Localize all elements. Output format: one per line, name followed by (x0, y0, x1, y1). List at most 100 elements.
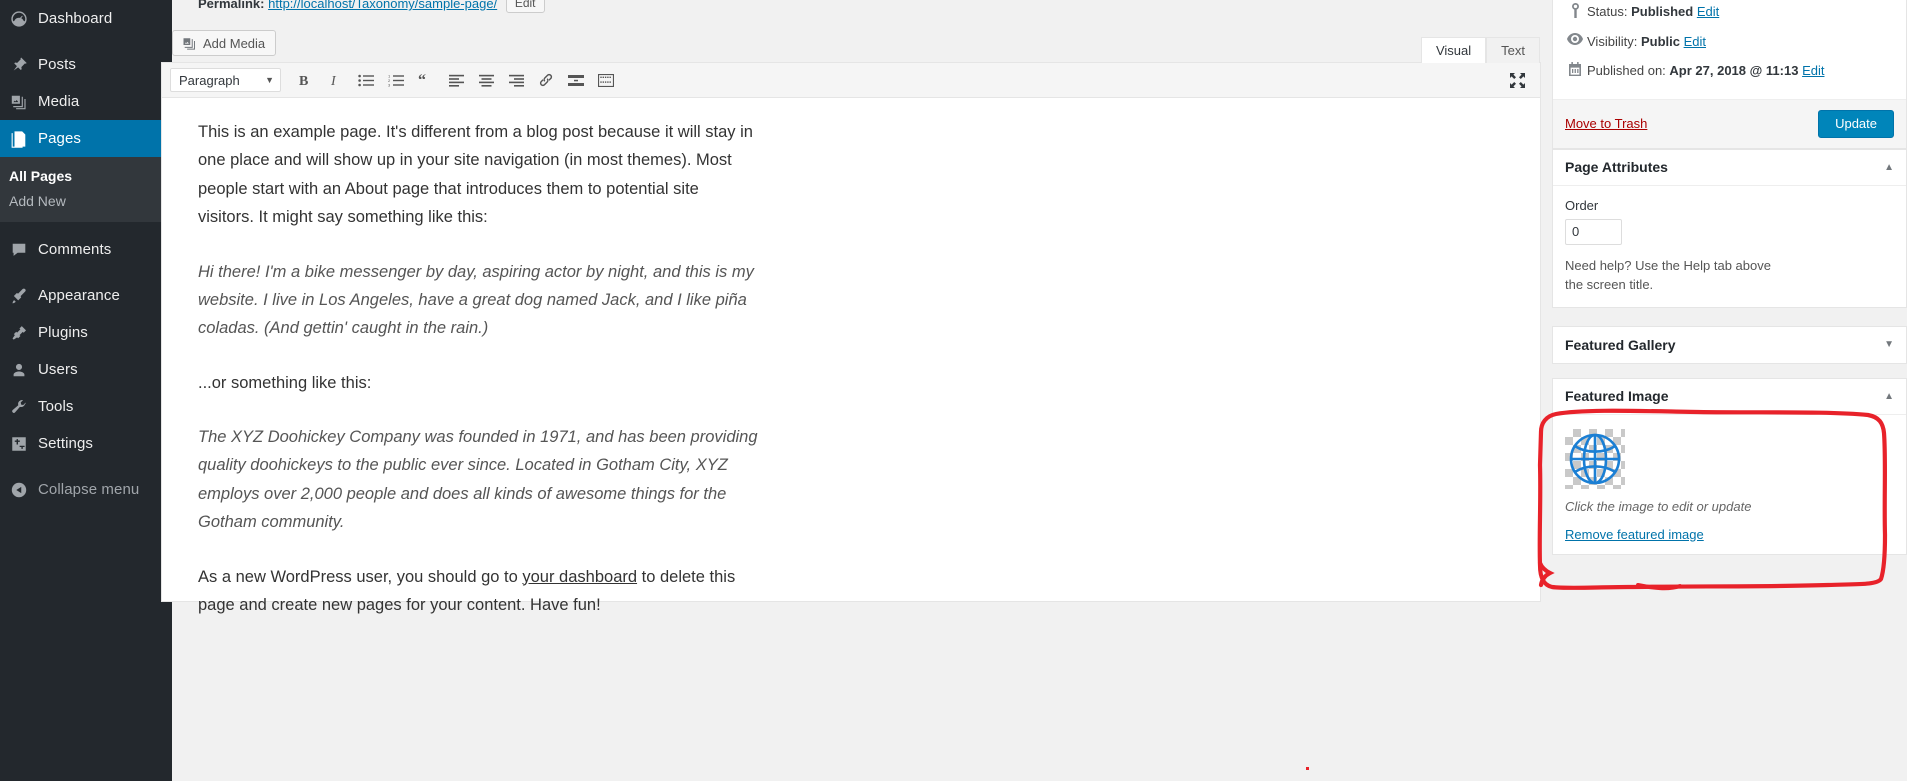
visibility-value: Public (1640, 33, 1680, 49)
your-dashboard-link[interactable]: your dashboard (522, 568, 637, 586)
submenu-item-all-pages[interactable]: All Pages (0, 164, 172, 189)
featured-image-panel: Featured Image ▲ Click the image to edit… (1552, 377, 1907, 555)
sidebar-item-dashboard[interactable]: Dashboard (0, 0, 172, 37)
calendar-icon (1565, 62, 1585, 77)
add-media-button[interactable]: Add Media (172, 30, 277, 56)
bold-icon[interactable]: B (291, 66, 321, 94)
sidebar-item-tools[interactable]: Tools (0, 388, 172, 425)
page-attributes-title: Page Attributes (1565, 159, 1668, 175)
status-edit-link[interactable]: Edit (1697, 4, 1719, 19)
sidebar-item-posts[interactable]: Posts (0, 46, 172, 83)
tab-text[interactable]: Text (1486, 37, 1540, 63)
tab-visual[interactable]: Visual (1420, 37, 1487, 63)
editor-paragraph: The XYZ Doohickey Company was founded in… (198, 428, 758, 532)
status-value: Published (1631, 4, 1694, 19)
sidebar-postboxes: Preview Changes Status: Published Edit (1552, 0, 1907, 573)
sidebar-item-pages[interactable]: Pages (0, 120, 180, 157)
sidebar-item-appearance[interactable]: Appearance (0, 277, 172, 314)
published-on-text: Published on: Apr 27, 2018 @ 11:13 Edit (1587, 61, 1824, 81)
visibility-edit-link[interactable]: Edit (1684, 34, 1706, 49)
chevron-down-icon[interactable]: ▼ (1884, 339, 1894, 350)
sidebar-item-label: Media (38, 93, 80, 110)
featured-image-header[interactable]: Featured Image ▲ (1553, 379, 1906, 415)
submenu-item-label: All Pages (9, 168, 73, 184)
collapse-arrow-icon (9, 480, 29, 500)
editor-content-area[interactable]: This is an example page. It's different … (162, 98, 1540, 619)
tab-visual-label: Visual (1435, 43, 1472, 58)
numbered-list-icon[interactable]: 123 (381, 66, 411, 94)
order-input[interactable] (1565, 218, 1622, 245)
annotation-dot (1306, 767, 1309, 770)
editor-toolbar: Paragraph ▼ B I 123 “ (162, 63, 1540, 98)
comments-icon (9, 240, 29, 260)
chevron-up-icon[interactable]: ▲ (1884, 162, 1894, 173)
distraction-free-icon[interactable] (1504, 67, 1530, 93)
published-edit-link[interactable]: Edit (1802, 63, 1824, 78)
sidebar-item-plugins[interactable]: Plugins (0, 314, 172, 351)
media-icon (9, 92, 29, 112)
sidebar-item-label: Pages (38, 130, 82, 147)
sidebar-item-label: Appearance (38, 287, 120, 304)
sidebar-item-label: Settings (38, 435, 93, 452)
featured-image-caption: Click the image to edit or update (1565, 498, 1752, 514)
editor-paragraph-with-link: As a new WordPress user, you should go t… (198, 563, 758, 620)
sidebar-item-media[interactable]: Media (0, 83, 172, 120)
sidebar-item-label: Dashboard (38, 10, 113, 27)
users-icon (9, 360, 29, 380)
permalink-edit-button[interactable]: Edit (505, 0, 545, 13)
featured-image-thumbnail[interactable] (1565, 428, 1625, 489)
appearance-brush-icon (9, 286, 29, 306)
sidebar-item-settings[interactable]: Settings (0, 425, 172, 462)
status-text: Status: Published Edit (1587, 2, 1719, 22)
align-right-icon[interactable] (501, 66, 531, 94)
visibility-label: Visibility: (1587, 33, 1638, 49)
page-attributes-body: Order Need help? Use the Help tab above … (1553, 186, 1906, 307)
chevron-up-icon[interactable]: ▲ (1884, 391, 1894, 402)
chevron-down-icon: ▼ (265, 75, 274, 85)
submenu-item-label: Add New (9, 193, 66, 209)
order-label: Order (1565, 197, 1599, 213)
pin-icon (9, 55, 29, 75)
submenu-item-add-new[interactable]: Add New (0, 189, 172, 214)
permalink-row: Permalink: http://localhost/Taxonomy/sam… (198, 0, 545, 13)
main-content: Permalink: http://localhost/Taxonomy/sam… (161, 0, 1907, 781)
remove-featured-image-link[interactable]: Remove featured image (1565, 527, 1704, 542)
sidebar-item-collapse-menu[interactable]: Collapse menu (0, 471, 172, 508)
link-icon[interactable] (531, 66, 561, 94)
sidebar-separator (0, 222, 172, 231)
align-left-icon[interactable] (441, 66, 471, 94)
blockquote-icon[interactable]: “ (411, 66, 441, 94)
featured-image-title: Featured Image (1565, 388, 1669, 404)
sidebar-item-comments[interactable]: Comments (0, 231, 172, 268)
editor-wrap: Visual Text Paragraph ▼ B I 1 2 3 “ This… (161, 37, 1541, 614)
tab-text-label: Text (1501, 43, 1525, 58)
italic-icon[interactable]: I (321, 66, 351, 94)
publish-actions: Move to Trash Update (1553, 98, 1906, 148)
settings-sliders-icon (9, 434, 29, 454)
featured-gallery-header[interactable]: Featured Gallery ▼ (1553, 327, 1906, 363)
pin-status-icon (1565, 3, 1585, 18)
pages-submenu: All Pages Add New (0, 157, 172, 222)
published-value: Apr 27, 2018 @ 11:13 (1669, 63, 1799, 78)
sidebar-item-users[interactable]: Users (0, 351, 172, 388)
permalink-label: Permalink: (198, 0, 265, 11)
paragraph-format-select[interactable]: Paragraph ▼ (170, 68, 281, 92)
bulleted-list-icon[interactable] (351, 66, 381, 94)
page-attributes-header[interactable]: Page Attributes ▲ (1553, 150, 1906, 186)
svg-text:B: B (299, 74, 308, 88)
permalink-url-link[interactable]: http://localhost/Taxonomy/sample-page/ (268, 0, 497, 11)
visibility-row: Visibility: Public Edit (1565, 32, 1894, 52)
publish-box: Preview Changes Status: Published Edit (1552, 0, 1907, 149)
svg-text:I: I (330, 74, 337, 88)
update-button[interactable]: Update (1818, 109, 1894, 138)
editor-paragraph: This is an example page. It's different … (198, 123, 753, 227)
status-label: Status: (1587, 4, 1628, 19)
align-center-icon[interactable] (471, 66, 501, 94)
move-to-trash-link[interactable]: Move to Trash (1565, 116, 1647, 131)
toolbar-toggle-icon[interactable] (591, 66, 621, 94)
published-on-row: Published on: Apr 27, 2018 @ 11:13 Edit (1565, 61, 1894, 81)
read-more-icon[interactable] (561, 66, 591, 94)
tools-wrench-icon (9, 397, 29, 417)
update-label: Update (1835, 115, 1877, 131)
svg-text:“: “ (418, 74, 426, 87)
